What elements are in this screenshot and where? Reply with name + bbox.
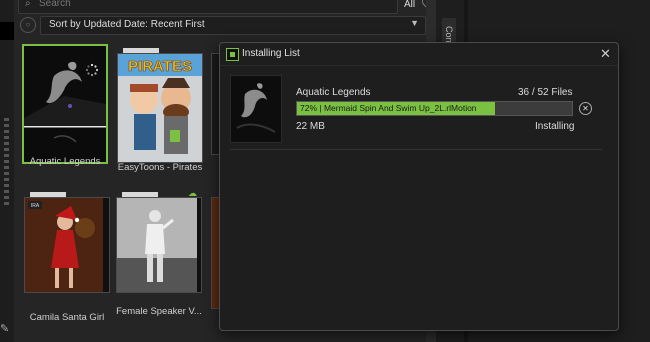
install-progress-bar: 72% | Mermaid Spin And Swim Up_2L.rlMoti… — [296, 101, 573, 116]
install-progress-text: 72% | Mermaid Spin And Swim Up_2L.rlMoti… — [300, 103, 477, 113]
mermaid-thumbnail-image — [24, 46, 106, 162]
cancel-icon[interactable]: ✕ — [579, 102, 592, 115]
left-toolbar-strip: ✎ — [0, 0, 14, 342]
dialog-title: Installing List — [242, 48, 300, 59]
library-card-camila-santa-girl[interactable]: IRA Camila Santa Girl — [24, 192, 110, 323]
card-label: Female Speaker V... — [116, 306, 202, 317]
chevron-down-icon: ▼ — [410, 18, 419, 28]
close-icon[interactable]: ✕ — [600, 46, 611, 62]
install-item-status: Installing — [535, 121, 575, 132]
mermaid-thumbnail-image — [231, 76, 281, 142]
card-thumbnail — [22, 44, 108, 164]
sort-dropdown-value: Sort by Updated Date: Recent First — [49, 19, 205, 30]
refresh-icon[interactable]: ○ — [20, 17, 36, 33]
santa-girl-thumbnail-image: IRA — [25, 198, 103, 292]
install-file-count: 36 / 52 Files — [518, 87, 573, 98]
library-card-female-speaker[interactable]: ☁ Female Speaker V... — [116, 188, 202, 320]
search-input[interactable]: ⌕ Search — [18, 0, 398, 14]
toolbar-block — [0, 22, 14, 40]
card-label: Aquatic Legends — [29, 156, 101, 167]
search-placeholder: Search — [39, 0, 71, 9]
card-label: EasyToons - Pirates — [117, 162, 203, 173]
app-logo-icon — [226, 48, 239, 61]
dialog-title-bar[interactable]: Installing List ✕ — [220, 43, 618, 66]
card-label: Camila Santa Girl — [29, 312, 105, 323]
card-thumbnail: IRA — [24, 197, 110, 293]
sort-dropdown[interactable]: Sort by Updated Date: Recent First ▼ — [40, 16, 426, 35]
search-row: ⌕ Search All ⛉ — [14, 0, 430, 14]
filter-all-label[interactable]: All — [404, 0, 415, 10]
search-icon: ⌕ — [25, 0, 31, 9]
card-thumbnail — [116, 197, 202, 293]
sort-row: ○ Sort by Updated Date: Recent First ▼ — [14, 15, 426, 35]
pirates-title-text: PIRATES — [128, 58, 192, 75]
install-item-name: Aquatic Legends — [296, 87, 371, 98]
library-card-easytoons-pirates[interactable]: PIRATES EasyToons - Pirates — [117, 48, 203, 176]
card-thumbnail: PIRATES — [117, 53, 203, 163]
installing-list-dialog: Installing List ✕ Aquatic Legends 36 / 5… — [219, 42, 619, 331]
install-item-size: 22 MB — [296, 121, 325, 132]
pirates-thumbnail-image: PIRATES — [118, 54, 202, 162]
female-speaker-thumbnail-image — [117, 198, 197, 292]
drag-handle[interactable] — [4, 118, 9, 208]
library-card-aquatic-legends[interactable]: Aquatic Legends — [22, 44, 108, 184]
install-item-thumbnail — [230, 75, 282, 143]
content-badge: IRA — [31, 203, 40, 209]
install-item: Aquatic Legends 36 / 52 Files 72% | Merm… — [230, 75, 602, 150]
edit-icon[interactable]: ✎ — [0, 322, 9, 335]
